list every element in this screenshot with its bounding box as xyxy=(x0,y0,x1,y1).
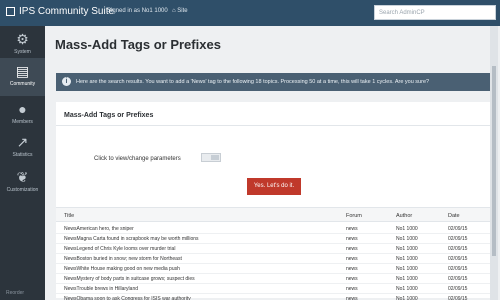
search-input[interactable]: Search AdminCP xyxy=(374,5,496,20)
sidebar-item-community[interactable]: ▤ Community xyxy=(0,58,45,96)
leaf-icon: ❦ xyxy=(16,169,29,185)
signed-in-menu[interactable]: Signed in as No1 1000 xyxy=(107,8,168,14)
sidebar-item-customization[interactable]: ❦ Customization xyxy=(0,164,45,202)
cell-author: No1 1000 xyxy=(396,256,418,262)
cell-author: No1 1000 xyxy=(396,226,418,232)
column-date[interactable]: Date xyxy=(448,213,460,219)
sidebar-item-label: Customization xyxy=(6,187,39,193)
panel-heading: Mass-Add Tags or Prefixes xyxy=(64,112,154,119)
cell-forum: news xyxy=(346,286,358,292)
sidebar-item-label: System xyxy=(14,49,31,55)
cell-author: No1 1000 xyxy=(396,296,418,300)
app-title: IPS Community Suite xyxy=(19,6,115,17)
brand[interactable]: IPS Community Suite xyxy=(6,6,114,17)
title-area: Mass-Add Tags or Prefixes xyxy=(45,26,500,61)
cell-forum: news xyxy=(346,256,358,262)
mass-add-panel: Mass-Add Tags or Prefixes Click to view/… xyxy=(56,102,493,300)
table-row[interactable]: NewsTrouble brews in Hillaryland news No1 … xyxy=(56,284,493,294)
cell-author: No1 1000 xyxy=(396,246,418,252)
cell-author: No1 1000 xyxy=(396,276,418,282)
cell-date: 02/09/15 xyxy=(448,266,468,272)
site-link-label: Site xyxy=(177,8,188,14)
cell-forum: news xyxy=(346,276,358,282)
logo-icon xyxy=(6,7,15,16)
cell-title[interactable]: NewsBoston buried in snow; new storm for… xyxy=(64,256,182,262)
cell-title[interactable]: NewsMystery of body parts in suitcase gr… xyxy=(64,276,195,282)
toggle-knob xyxy=(211,155,219,160)
parameters-label: Click to view/change parameters xyxy=(94,156,181,162)
cell-title[interactable]: NewsObama soon to ask Congress for ISIS … xyxy=(64,296,191,300)
sidebar-item-label: Members xyxy=(12,119,33,125)
column-author[interactable]: Author xyxy=(396,213,412,219)
reorder-link[interactable]: Reorder xyxy=(6,290,24,296)
table-row[interactable]: NewsAmerican hero, the sniper news No1 100… xyxy=(56,224,493,234)
site-link[interactable]: ⌂ Site xyxy=(172,8,188,14)
cell-forum: news xyxy=(346,246,358,252)
table-row[interactable]: NewsObama soon to ask Congress for ISIS … xyxy=(56,294,493,300)
user-icon: ● xyxy=(18,101,27,117)
cell-title[interactable]: NewsMagna Carta found in scrapbook may b… xyxy=(64,236,199,242)
parameters-toggle[interactable] xyxy=(201,153,221,162)
chart-icon: ↗ xyxy=(16,134,29,150)
document-icon: ▤ xyxy=(15,63,30,79)
cell-date: 02/09/15 xyxy=(448,276,468,282)
sidebar-item-label: Community xyxy=(9,81,36,87)
table-row[interactable]: NewsMystery of body parts in suitcase gr… xyxy=(56,274,493,284)
scrollbar[interactable] xyxy=(490,26,498,300)
cell-date: 02/09/15 xyxy=(448,296,468,300)
cell-date: 02/09/15 xyxy=(448,286,468,292)
main-content: Mass-Add Tags or Prefixes i Here are the… xyxy=(45,26,500,300)
info-icon: i xyxy=(62,77,71,86)
table-row[interactable]: NewsWhite House making good on new media… xyxy=(56,264,493,274)
cell-title[interactable]: NewsWhite House making good on new media… xyxy=(64,266,180,272)
table-row[interactable]: NewsLegend of Chris Kyle looms over murd… xyxy=(56,244,493,254)
sidebar-item-statistics[interactable]: ↗ Statistics xyxy=(0,129,45,167)
cell-author: No1 1000 xyxy=(396,286,418,292)
cell-date: 02/09/15 xyxy=(448,226,468,232)
cell-forum: news xyxy=(346,236,358,242)
scrollbar-thumb[interactable] xyxy=(492,66,496,256)
cell-forum: news xyxy=(346,266,358,272)
cell-forum: news xyxy=(346,296,358,300)
gears-icon: ⚙ xyxy=(16,31,29,47)
column-title[interactable]: Title xyxy=(64,213,74,219)
cell-date: 02/09/15 xyxy=(448,236,468,242)
cell-date: 02/09/15 xyxy=(448,256,468,262)
sidebar-item-label: Statistics xyxy=(12,152,33,158)
cell-forum: news xyxy=(346,226,358,232)
cell-author: No1 1000 xyxy=(396,266,418,272)
info-text: Here are the search results. You want to… xyxy=(76,79,430,85)
page-title: Mass-Add Tags or Prefixes xyxy=(55,37,221,52)
confirm-button[interactable]: Yes. Let's do it. xyxy=(247,178,301,195)
cell-title[interactable]: NewsTrouble brews in Hillaryland xyxy=(64,286,138,292)
cell-author: No1 1000 xyxy=(396,236,418,242)
table-header: Title Forum Author Date xyxy=(56,207,493,222)
home-icon: ⌂ xyxy=(172,8,176,14)
column-forum[interactable]: Forum xyxy=(346,213,362,219)
table-row[interactable]: NewsMagna Carta found in scrapbook may b… xyxy=(56,234,493,244)
top-bar: IPS Community Suite Signed in as No1 100… xyxy=(0,0,500,26)
cell-title[interactable]: NewsAmerican hero, the sniper xyxy=(64,226,134,232)
divider xyxy=(56,125,493,126)
table-row[interactable]: NewsBoston buried in snow; new storm for… xyxy=(56,254,493,264)
info-message: i Here are the search results. You want … xyxy=(56,73,493,91)
sidebar: ⚙ System ▤ Community ● Members ↗ Statist… xyxy=(0,26,45,300)
cell-date: 02/09/15 xyxy=(448,246,468,252)
cell-title[interactable]: NewsLegend of Chris Kyle looms over murd… xyxy=(64,246,175,252)
